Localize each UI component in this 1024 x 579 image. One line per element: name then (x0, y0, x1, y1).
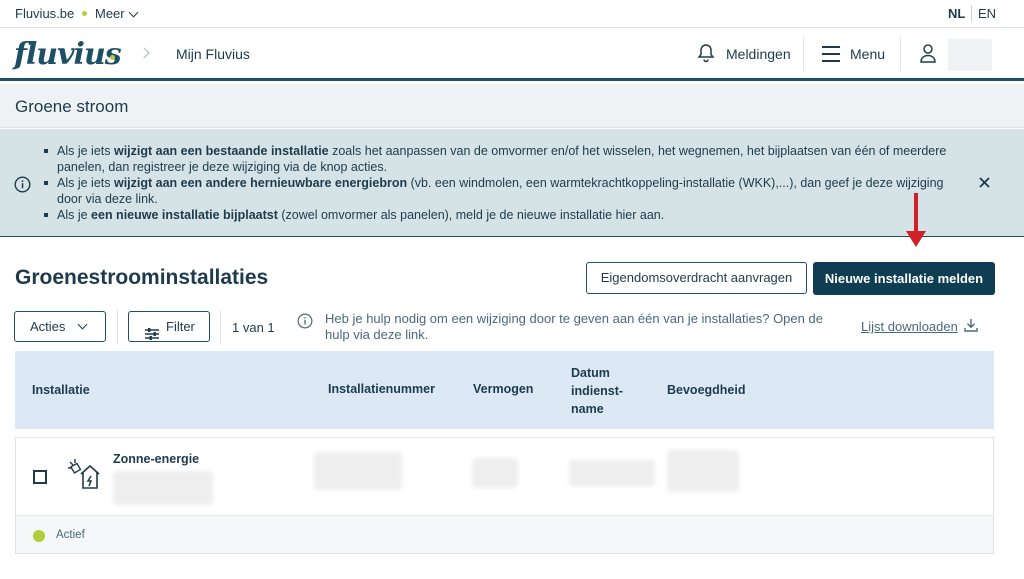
separator-dot (82, 11, 87, 16)
header-divider (803, 37, 804, 71)
fluvius-site-link[interactable]: Fluvius.be (15, 6, 74, 21)
new-installation-button[interactable]: Nieuwe installatie melden (813, 262, 995, 295)
actions-dropdown[interactable]: Acties (14, 311, 106, 342)
info-item: Als je iets wijzigt aan een bestaande in… (43, 143, 953, 175)
status-badge: Actief (56, 529, 85, 541)
page-title: Groene stroom (15, 97, 129, 116)
info-icon (14, 176, 31, 198)
info-banner: Als je iets wijzigt aan een bestaande in… (0, 129, 1024, 237)
info-item: Als je een nieuwe installatie bijplaatst… (43, 207, 953, 223)
chevron-down-icon (128, 7, 139, 18)
column-vermogen[interactable]: Vermogen (473, 382, 533, 396)
authority-blurred (667, 450, 739, 492)
info-here-link[interactable]: hier (616, 208, 637, 222)
row-status-bar: Actief (16, 515, 993, 553)
user-icon[interactable] (919, 43, 937, 68)
actions-label: Acties (30, 319, 66, 334)
hamburger-menu-icon[interactable] (822, 46, 840, 67)
info-list: Als je iets wijzigt aan een bestaande in… (43, 143, 953, 223)
notifications-link[interactable]: Meldingen (726, 46, 791, 62)
row-checkbox[interactable] (33, 470, 47, 484)
help-link[interactable]: deze link (373, 327, 424, 342)
power-blurred (472, 458, 518, 488)
more-menu[interactable]: Meer (95, 6, 139, 21)
column-installatie[interactable]: Installatie (32, 383, 90, 397)
chevron-right-icon (138, 47, 150, 59)
installation-number-blurred (314, 452, 402, 490)
download-list-link[interactable]: Lijst downloaden (861, 319, 958, 334)
header-divider (900, 37, 901, 71)
info-link[interactable]: link (136, 192, 155, 206)
language-en[interactable]: EN (978, 6, 996, 21)
main-header: fluvius Mijn Fluvius Meldingen Menu (0, 29, 1024, 81)
info-icon (297, 313, 313, 334)
column-installatienummer[interactable]: Installatienummer (328, 382, 435, 396)
section-title: Groenestroominstallaties (15, 266, 269, 289)
top-bar: Fluvius.be Meer NL EN (0, 0, 1024, 28)
info-item: Als je iets wijzigt aan een andere herni… (43, 175, 953, 207)
chevron-down-icon (77, 319, 88, 330)
breadcrumb-mijn-fluvius[interactable]: Mijn Fluvius (176, 46, 250, 62)
solar-house-icon (67, 458, 101, 497)
menu-link[interactable]: Menu (850, 46, 885, 62)
column-bevoegdheid[interactable]: Bevoegdheid (667, 383, 746, 397)
pagination-info: 1 van 1 (232, 320, 275, 335)
logo-dot (110, 55, 115, 60)
close-icon[interactable] (979, 175, 990, 193)
toolbar-divider (117, 310, 118, 344)
more-menu-label: Meer (95, 6, 125, 21)
table-header: Installatie Installatienummer Vermogen D… (15, 351, 994, 429)
fluvius-logo[interactable]: fluvius (14, 37, 122, 72)
bell-icon[interactable] (697, 43, 715, 68)
status-dot (33, 530, 45, 542)
filter-button[interactable]: Filter (128, 311, 210, 342)
language-divider (971, 5, 972, 21)
help-text: Heb je hulp nodig om een wijziging door … (325, 311, 823, 342)
date-blurred (569, 460, 655, 486)
toolbar-divider (220, 310, 221, 344)
installation-type: Zonne-energie (113, 452, 200, 466)
filter-icon (145, 321, 159, 351)
table-row[interactable]: Zonne-energie Actief (15, 437, 994, 554)
address-blurred (113, 471, 213, 505)
column-datum-indienstname[interactable]: Datum indienst-name (571, 364, 631, 418)
arrow-down-icon (906, 193, 926, 254)
download-icon[interactable] (964, 318, 978, 337)
page-title-bar: Groene stroom (0, 84, 1024, 128)
account-name-blurred[interactable] (948, 39, 992, 71)
language-nl[interactable]: NL (948, 6, 965, 21)
filter-label: Filter (166, 319, 195, 334)
ownership-transfer-button[interactable]: Eigendomsoverdracht aanvragen (586, 262, 807, 294)
